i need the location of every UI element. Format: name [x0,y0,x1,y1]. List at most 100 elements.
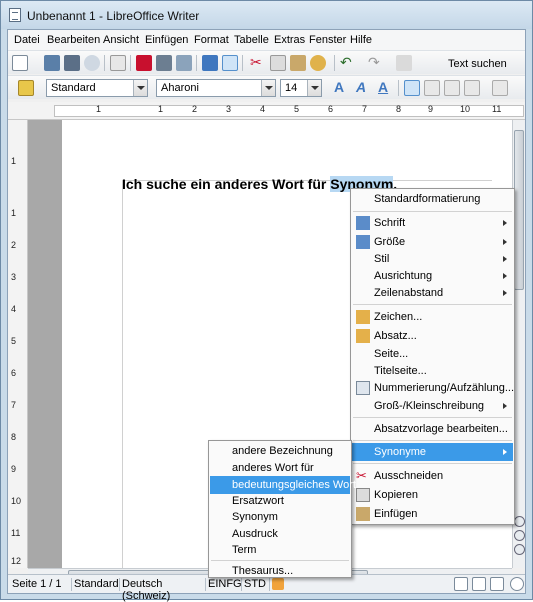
toolbar-separator [104,55,105,71]
menu-thesaurus[interactable]: Thesaurus... [210,562,350,580]
menu-absatz[interactable]: Absatz... [352,327,513,345]
toolbar-separator [242,55,243,71]
menu-zeichen[interactable]: Zeichen... [352,308,513,326]
menu-ansicht[interactable]: Ansicht [103,34,139,46]
menu-fenster[interactable]: Fenster [309,34,346,46]
menu-synonyme[interactable]: Synonyme [352,443,513,461]
menu-label: Groß-/Kleinschreibung [374,400,485,412]
clone-formatting-icon[interactable] [310,55,326,71]
synonym-option[interactable]: andere Bezeichnung [210,442,350,460]
menu-label: Term [232,544,257,556]
paragraph-style-combo[interactable]: Standard [46,79,148,97]
menu-groesse[interactable]: Größe [352,233,513,251]
email-icon[interactable] [84,55,100,71]
previous-page-icon[interactable] [514,516,525,527]
print-icon[interactable] [156,55,172,71]
menu-schrift[interactable]: Schrift [352,214,513,232]
ruler-tick: 3 [226,104,232,114]
undo-icon[interactable]: ↶ [340,54,356,70]
menu-format[interactable]: Format [194,34,229,46]
vertical-scroll-thumb[interactable] [514,130,524,290]
book-view-icon[interactable] [490,577,504,591]
menu-label: Zeilenabstand [374,287,444,299]
menu-ausschneiden[interactable]: ✂ Ausschneiden [352,467,513,485]
title-bar[interactable]: Unbenannt 1 - LibreOffice Writer [1,1,532,29]
font-size-combo[interactable]: 14 [280,79,322,97]
chevron-right-icon [503,273,507,279]
synonym-option[interactable]: Synonym [210,508,350,526]
underline-a-icon[interactable]: A [378,79,394,95]
next-page-icon[interactable] [514,544,525,555]
paste-icon[interactable] [290,55,306,71]
chevron-down-icon[interactable] [307,80,321,96]
ruler-tick: 8 [396,104,402,114]
font-name-combo[interactable]: Aharoni [156,79,276,97]
menu-datei[interactable]: Datei [14,34,40,46]
menu-label: Absatz... [374,330,417,342]
horizontal-ruler[interactable]: 1 1 2 3 4 5 6 7 8 9 10 11 [8,102,525,120]
menu-hilfe[interactable]: Hilfe [350,34,372,46]
ruler-tick: 9 [11,464,17,474]
spellcheck-icon[interactable] [202,55,218,71]
synonym-option[interactable]: Term [210,541,350,559]
menu-zeilenabstand[interactable]: Zeilenabstand [352,284,513,302]
align-left-icon[interactable] [404,80,420,96]
menu-einfuegen[interactable]: Einfügen [145,34,188,46]
menu-label: Ersatzwort [232,495,284,507]
hyperlink-icon[interactable] [396,55,412,71]
align-center-icon[interactable] [424,80,440,96]
save-icon[interactable] [64,55,80,71]
menu-kopieren[interactable]: Kopieren [352,486,513,504]
find-text-label[interactable]: Text suchen [448,58,507,70]
menu-label: Synonym [232,511,278,523]
menu-tabelle[interactable]: Tabelle [234,34,269,46]
menu-ausrichtung[interactable]: Ausrichtung [352,267,513,285]
bold-a-icon[interactable]: A [334,79,350,95]
cut-icon[interactable]: ✂ [250,54,266,70]
chevron-down-icon[interactable] [261,80,275,96]
italic-a-icon[interactable]: A [356,79,372,95]
synonym-option[interactable]: anderes Wort für [210,459,350,477]
open-icon[interactable] [44,55,60,71]
menu-stil[interactable]: Stil [352,250,513,268]
status-language[interactable]: Deutsch (Schweiz) [122,578,206,602]
numbering-icon[interactable] [492,80,508,96]
menu-label: bedeutungsgleiches Wort [232,479,356,491]
redo-icon[interactable]: ↷ [368,54,384,70]
multi-page-view-icon[interactable] [472,577,486,591]
new-document-icon[interactable] [12,55,28,71]
status-page[interactable]: Seite 1 / 1 [12,578,72,591]
menu-separator [353,440,512,441]
single-page-view-icon[interactable] [454,577,468,591]
menu-einfuegen[interactable]: Einfügen [352,505,513,523]
writer-window: Unbenannt 1 - LibreOffice Writer Datei B… [0,0,533,602]
chevron-down-icon[interactable] [133,80,147,96]
ruler-tick: 11 [11,528,21,538]
menu-nummerierung[interactable]: Nummerierung/Aufzählung... [352,379,514,397]
menu-bearbeiten[interactable]: Bearbeiten [47,34,100,46]
export-pdf-icon[interactable] [136,55,152,71]
menu-extras[interactable]: Extras [274,34,305,46]
menu-label: Absatzvorlage bearbeiten... [374,423,508,435]
menu-standardformatierung[interactable]: Standardformatierung [352,190,513,208]
styles-icon[interactable] [18,80,34,96]
menu-absatzvorlage-bearbeiten[interactable]: Absatzvorlage bearbeiten... [352,420,513,438]
align-right-icon[interactable] [444,80,460,96]
zoom-out-icon[interactable] [510,577,524,591]
edit-mode-icon[interactable] [110,55,126,71]
ruler-tick: 3 [11,272,17,282]
print-preview-icon[interactable] [176,55,192,71]
justify-icon[interactable] [464,80,480,96]
status-style[interactable]: Standard [74,578,120,591]
auto-spellcheck-icon[interactable] [222,55,238,71]
ruler-tick: 7 [362,104,368,114]
navigator-icon[interactable] [514,530,525,541]
ruler-tick: 8 [11,432,17,442]
menu-gross-kleinschreibung[interactable]: Groß-/Kleinschreibung [352,397,513,415]
menu-titelseite[interactable]: Titelseite... [352,362,513,380]
copy-icon[interactable] [270,55,286,71]
vertical-ruler[interactable]: 1 1 2 3 4 5 6 7 8 9 10 11 12 [8,120,28,568]
menu-seite[interactable]: Seite... [352,345,513,363]
font-icon [356,216,370,230]
font-size-value: 14 [285,82,298,94]
